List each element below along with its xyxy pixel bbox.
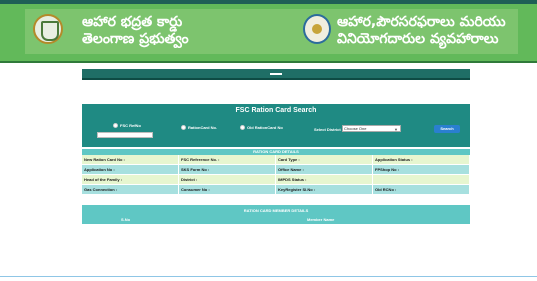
column-header-sno: S.No bbox=[121, 217, 131, 222]
site-header: ఆహార భద్రత కార్డు తెలంగాణ ప్రభుత్వం ఆహార… bbox=[0, 4, 537, 63]
detail-cell: Consumer No : bbox=[179, 185, 276, 194]
detail-cell bbox=[373, 175, 470, 184]
header-right-line2: వినియోగదారుల వ్యవహారాలు bbox=[337, 31, 499, 47]
detail-cell: Head of the Family : bbox=[82, 175, 179, 184]
detail-cell: New Ration Card No : bbox=[82, 155, 179, 164]
civil-supplies-emblem-icon bbox=[303, 14, 331, 44]
footer-divider bbox=[0, 276, 537, 277]
detail-cell: KeyRegister Sl.No : bbox=[276, 185, 373, 194]
district-select-value: Choose One bbox=[344, 126, 367, 131]
nav-bar bbox=[82, 69, 470, 80]
detail-cell: Card Type : bbox=[276, 155, 373, 164]
detail-cell: Application Status : bbox=[373, 155, 470, 164]
table-row: Head of the Family : District : IMPDS St… bbox=[82, 175, 470, 185]
detail-cell: Old RCNo : bbox=[373, 185, 470, 194]
detail-cell: FPShop No : bbox=[373, 165, 470, 174]
column-header-member-name: Member Name bbox=[307, 217, 335, 222]
search-title: FSC Ration Card Search bbox=[235, 107, 317, 114]
chevron-down-icon: ▼ bbox=[394, 127, 398, 132]
radio-label: FSC RefNo bbox=[120, 123, 141, 128]
detail-cell: FSC Reference No. : bbox=[179, 155, 276, 164]
radio-button-icon[interactable] bbox=[240, 125, 245, 130]
detail-cell: Gas Connection : bbox=[82, 185, 179, 194]
detail-cell: Application No : bbox=[82, 165, 179, 174]
search-panel: FSC Ration Card Search FSC RefNo RationC… bbox=[82, 104, 470, 147]
header-right-line1: ఆహార,పౌరసరఫరాలు మరియు bbox=[337, 14, 506, 30]
ration-card-details-table: New Ration Card No : FSC Reference No. :… bbox=[82, 155, 470, 195]
detail-cell: District : bbox=[179, 175, 276, 184]
radio-old-ration-card-no[interactable]: Old RationCard No bbox=[240, 125, 283, 130]
table-row: Gas Connection : Consumer No : KeyRegist… bbox=[82, 185, 470, 195]
radio-fsc-refno[interactable]: FSC RefNo bbox=[113, 123, 141, 128]
header-right-title: ఆహార,పౌరసరఫరాలు మరియు వినియోగదారుల వ్యవహ… bbox=[337, 14, 506, 48]
header-left-line1: ఆహార భద్రత కార్డు bbox=[82, 14, 183, 30]
radio-label: RationCard No. bbox=[188, 125, 218, 130]
radio-ration-card-no[interactable]: RationCard No. bbox=[181, 125, 217, 130]
detail-cell: SKS Form No : bbox=[179, 165, 276, 174]
table-row: Application No : SKS Form No : Office Na… bbox=[82, 165, 470, 175]
detail-cell: Office Name : bbox=[276, 165, 373, 174]
header-left-line2: తెలంగాణ ప్రభుత్వం bbox=[82, 31, 189, 47]
search-input[interactable] bbox=[97, 132, 153, 138]
radio-label: Old RationCard No bbox=[247, 125, 283, 130]
radio-button-icon[interactable] bbox=[113, 123, 118, 128]
district-select[interactable]: Choose One ▼ bbox=[342, 125, 401, 132]
search-button[interactable]: Search bbox=[434, 125, 460, 133]
radio-button-icon[interactable] bbox=[181, 125, 186, 130]
menu-icon[interactable] bbox=[270, 73, 282, 75]
telangana-emblem-icon bbox=[33, 14, 63, 44]
member-details-title: RATION CARD MEMBER DETAILS bbox=[243, 208, 309, 213]
table-row: New Ration Card No : FSC Reference No. :… bbox=[82, 155, 470, 165]
header-left-title: ఆహార భద్రత కార్డు తెలంగాణ ప్రభుత్వం bbox=[82, 14, 189, 48]
detail-cell: IMPDS Status : bbox=[276, 175, 373, 184]
district-label: Select District : bbox=[314, 127, 344, 132]
member-details-panel: RATION CARD MEMBER DETAILS S.No Member N… bbox=[82, 205, 470, 224]
